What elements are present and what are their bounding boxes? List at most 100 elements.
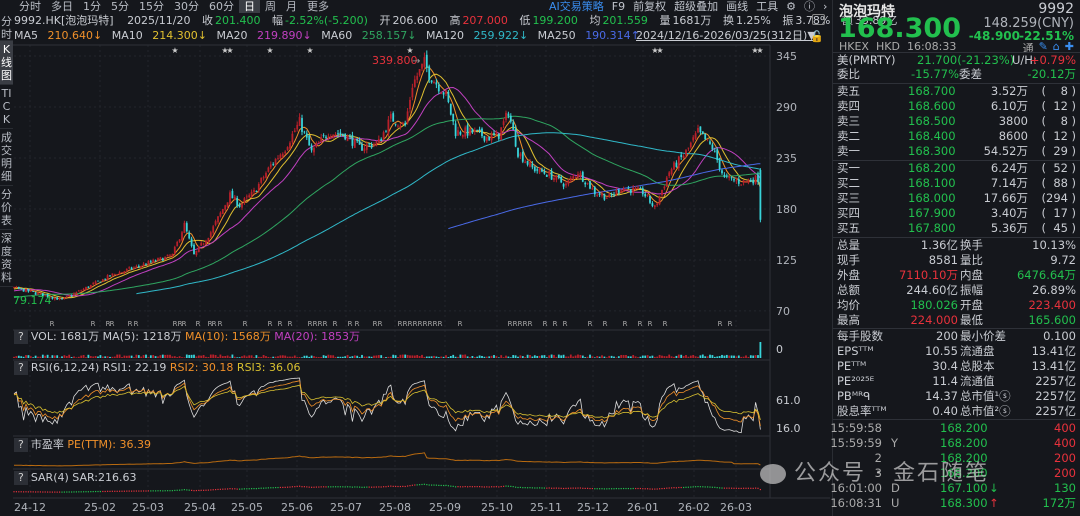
volume-bar xyxy=(190,354,193,358)
candle-body xyxy=(377,139,380,143)
candle-body xyxy=(27,288,30,292)
period-tab[interactable]: 日 xyxy=(239,0,260,13)
period-tab[interactable]: 多日 xyxy=(46,0,78,13)
volume-bar xyxy=(757,355,759,358)
candle-body xyxy=(207,237,210,242)
gear-icon[interactable]: ⚙ xyxy=(782,0,800,13)
toolbar-button[interactable]: 前复权 xyxy=(629,0,670,13)
volume-bar xyxy=(632,354,635,358)
candle-body xyxy=(569,177,572,181)
tick-time: 15:59:59 xyxy=(830,436,882,450)
chevron-right-icon[interactable]: › xyxy=(819,0,831,13)
candle-body xyxy=(382,132,385,140)
period-tab[interactable]: 15分 xyxy=(134,0,169,13)
candle-body xyxy=(334,133,337,135)
sar-dot xyxy=(222,488,224,490)
period-tab[interactable]: 周 xyxy=(260,0,281,13)
lock-icon[interactable]: 🔓 xyxy=(810,30,824,43)
volume-bar xyxy=(356,355,359,358)
sar-dot xyxy=(145,490,147,492)
ask-row: 卖三 168.500 3800(8) xyxy=(837,114,1076,128)
x-tick-label: 26-01 xyxy=(627,501,659,514)
volume-bar xyxy=(212,354,215,358)
candle-body xyxy=(428,66,431,80)
candle-body xyxy=(699,126,702,133)
candle-body xyxy=(437,84,440,92)
ma-label: MA120 xyxy=(425,29,464,42)
volume-bar xyxy=(68,354,71,358)
volume-bar xyxy=(538,355,541,358)
volume-bar xyxy=(281,355,284,358)
toolbar-button[interactable]: AI交易策略 xyxy=(545,0,608,13)
volume-bar xyxy=(183,357,186,358)
toolbar-button[interactable]: 工具 xyxy=(752,0,782,13)
candle-body xyxy=(142,263,145,266)
stat-label: 外盘 xyxy=(837,268,860,282)
volume-bar xyxy=(577,354,579,358)
period-tab[interactable]: 60分 xyxy=(204,0,239,13)
candle-body xyxy=(231,190,234,199)
ask-row: 卖一 168.300 54.52万(29) xyxy=(837,144,1076,158)
volume-bar xyxy=(641,355,644,358)
view-tab[interactable]: 成交明细 xyxy=(0,129,13,186)
candle-body xyxy=(351,135,354,146)
candle-body xyxy=(709,141,711,144)
toolbar-button[interactable]: 超级叠加 xyxy=(670,0,722,13)
period-tab[interactable]: 月 xyxy=(281,0,302,13)
level-label: 买一 xyxy=(837,161,860,175)
help-button[interactable]: ? xyxy=(14,361,28,375)
volume-bar xyxy=(332,355,335,358)
stat-label: 总额 xyxy=(837,283,860,297)
sar-dot xyxy=(289,486,291,488)
candle-body xyxy=(147,261,150,265)
sar-dot xyxy=(447,485,449,487)
help-button[interactable]: ? xyxy=(14,438,28,452)
period-tab[interactable]: 5分 xyxy=(106,0,134,13)
candle-body xyxy=(149,261,152,263)
sar-dot xyxy=(167,490,169,492)
period-tab[interactable]: 分时 xyxy=(14,0,46,13)
volume-bar xyxy=(291,356,294,358)
view-tab[interactable]: TICK xyxy=(0,85,13,129)
sar-dot xyxy=(464,485,466,488)
stat-row: 均价 180.026 开盘 223.400 xyxy=(837,298,1076,313)
view-tab[interactable]: 分价表 xyxy=(0,186,13,230)
volume-bar xyxy=(639,356,642,358)
screen-icon[interactable] xyxy=(812,14,825,25)
candle-body xyxy=(161,258,164,261)
r-marker: R xyxy=(110,320,115,328)
volume-bar xyxy=(433,355,435,358)
help-button[interactable]: ? xyxy=(14,330,28,344)
sar-dot xyxy=(733,487,735,489)
candle-body xyxy=(555,175,558,180)
level-price: 168.200 xyxy=(908,161,956,175)
toolbar-button[interactable]: F9 xyxy=(608,0,629,13)
avg-label: 均 xyxy=(589,14,601,27)
candle-body xyxy=(130,267,133,270)
volume-bar xyxy=(721,354,723,358)
date-range-selector[interactable]: 2024/12/16-2026/03/25(312日)▼ xyxy=(636,29,816,43)
r-marker: R xyxy=(378,320,383,328)
candle-body xyxy=(579,172,582,176)
sar-dot xyxy=(140,490,142,492)
candle-body xyxy=(171,254,174,257)
period-tab[interactable]: 更多 xyxy=(302,0,334,13)
period-tab[interactable]: 30分 xyxy=(169,0,204,13)
view-tab[interactable]: 深度资料 xyxy=(0,230,13,287)
help-icon[interactable]: ⓘ xyxy=(800,0,819,13)
wc-value: -20.12万 xyxy=(1027,67,1076,81)
help-button[interactable]: ? xyxy=(14,471,28,485)
candle-body xyxy=(723,174,726,177)
sar-dot xyxy=(143,490,145,492)
volume-bar xyxy=(423,356,426,358)
volume-bar xyxy=(680,354,683,358)
candle-body xyxy=(200,243,203,246)
view-tab[interactable]: 分时图 xyxy=(0,13,13,41)
ask-row: 卖四 168.600 6.10万(12) xyxy=(837,99,1076,113)
period-tab[interactable]: 1分 xyxy=(78,0,106,13)
r-marker: R xyxy=(603,320,608,328)
sar-dot xyxy=(668,487,670,489)
view-tab[interactable]: K线图 xyxy=(0,41,13,85)
volume-bar xyxy=(481,355,483,358)
toolbar-button[interactable]: 画线 xyxy=(722,0,752,13)
